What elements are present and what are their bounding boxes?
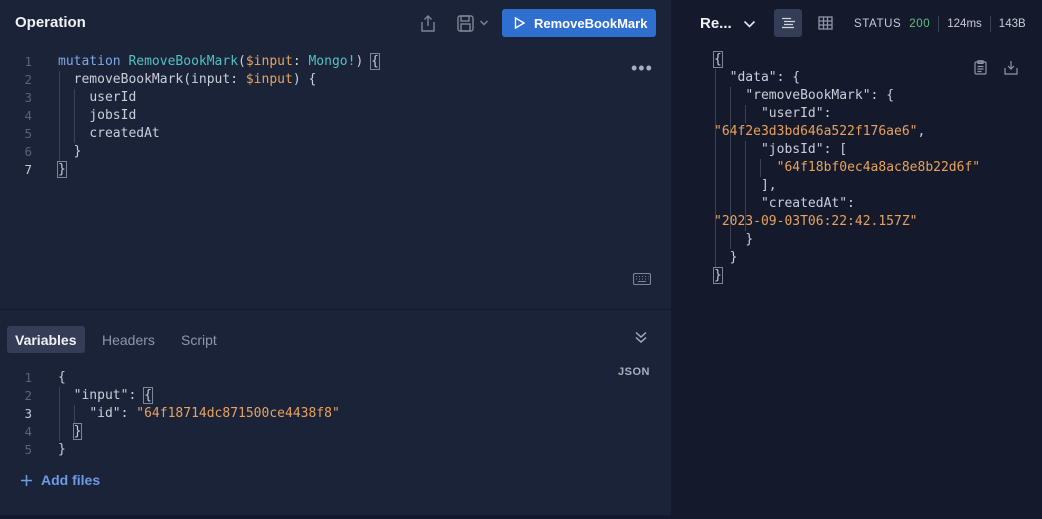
line-number: 7 — [24, 162, 32, 177]
add-files-button[interactable]: Add files — [20, 472, 100, 488]
code-token: RemoveBookMark — [128, 54, 239, 69]
format-label[interactable]: JSON — [618, 366, 650, 378]
line-number: 6 — [24, 144, 32, 159]
json-view-button[interactable] — [774, 9, 802, 37]
code-token: } — [729, 250, 738, 265]
operation-pane: Operation RemoveBookMark ••• 1 2 3 4 5 6… — [0, 0, 671, 309]
code-token: "64f18714dc871500ce4438f8" — [136, 406, 340, 421]
code-token: } — [73, 144, 82, 159]
code-token: ( — [238, 54, 246, 69]
code-token: createdAt — [89, 126, 160, 141]
code-token: jobsId — [89, 108, 137, 123]
code-token: "64f18bf0ec4a8ac8e8b22d6f" — [776, 160, 981, 175]
divider — [938, 16, 940, 32]
code-token: "2023-09-03T06:22:42.157Z" — [714, 214, 918, 229]
line-number: 2 — [24, 388, 32, 403]
response-size: 143B — [998, 18, 1026, 30]
line-number: 4 — [24, 424, 32, 439]
code-token: "id" — [89, 406, 121, 421]
collapse-panel-button[interactable] — [634, 330, 648, 349]
run-button-label: RemoveBookMark — [534, 15, 648, 31]
variables-pane: Variables Headers Script JSON 1 2 3 4 5 … — [0, 310, 671, 515]
line-number: 1 — [24, 370, 32, 385]
line-number: 4 — [24, 108, 32, 123]
code-token: ) — [355, 54, 364, 69]
status-code: 200 — [909, 18, 931, 30]
code-token: } — [72, 423, 83, 440]
more-options-icon[interactable]: ••• — [631, 58, 653, 79]
share-icon — [421, 14, 435, 32]
download-response-button[interactable] — [1003, 59, 1019, 76]
share-button[interactable] — [419, 13, 437, 33]
double-chevron-down-icon — [635, 331, 647, 343]
code-token: userId — [89, 90, 137, 105]
code-token: } — [58, 442, 66, 457]
save-icon — [457, 14, 474, 32]
code-token: removeBookMark(input: — [73, 72, 246, 87]
variables-editor[interactable]: { "input": { "id": "64f18714dc871500ce44… — [58, 369, 340, 459]
code-token: } — [57, 161, 67, 178]
code-token: "64f2e3d3bd646a522f176ae6" — [714, 124, 918, 139]
response-time: 124ms — [947, 18, 982, 30]
line-number: 5 — [24, 442, 32, 457]
download-icon — [1004, 61, 1018, 75]
code-token: { — [370, 53, 380, 70]
line-number: 3 — [24, 406, 32, 421]
code-token: ) { — [292, 72, 317, 87]
text-align-icon — [781, 17, 795, 28]
line-number: 1 — [24, 54, 32, 69]
chevron-down-icon — [480, 20, 488, 26]
code-token: : — [120, 406, 137, 421]
code-token: "data": { — [729, 70, 801, 85]
code-token: $input — [245, 72, 293, 87]
divider — [989, 16, 991, 32]
code-token: "jobsId": [ — [760, 142, 848, 157]
code-token: $input — [245, 54, 293, 69]
keyboard-icon — [632, 272, 652, 286]
code-token: : — [128, 388, 145, 403]
response-viewer[interactable]: { "data": { "removeBookMark": { "userId"… — [713, 51, 981, 285]
operation-editor[interactable]: mutation RemoveBookMark($input: Mongo!) … — [57, 53, 380, 179]
code-token: "removeBookMark": { — [745, 88, 895, 103]
code-token: { — [713, 51, 723, 68]
keyboard-shortcuts-button[interactable] — [632, 272, 652, 290]
line-number: 5 — [24, 126, 32, 141]
code-token: , — [917, 124, 926, 139]
run-operation-button[interactable]: RemoveBookMark — [502, 9, 656, 37]
code-token: : — [292, 54, 309, 69]
tab-variables[interactable]: Variables — [7, 326, 85, 353]
code-token: "input" — [73, 388, 129, 403]
variables-line-numbers: 1 2 3 4 5 — [12, 369, 32, 459]
tab-script[interactable]: Script — [173, 326, 225, 353]
operation-line-numbers: 1 2 3 4 5 6 7 — [12, 53, 32, 179]
code-token: { — [58, 370, 66, 385]
line-number: 3 — [24, 90, 32, 105]
plus-icon — [21, 474, 32, 486]
add-files-label: Add files — [41, 472, 101, 488]
code-token: ], — [760, 178, 777, 193]
play-icon — [514, 17, 525, 29]
response-title[interactable]: Re... — [700, 15, 732, 32]
tab-headers[interactable]: Headers — [94, 326, 163, 353]
code-token: } — [745, 232, 754, 247]
status-label: STATUS — [854, 18, 902, 30]
chevron-down-icon — [743, 20, 756, 28]
operation-title: Operation — [15, 14, 86, 31]
code-token: mutation — [58, 54, 121, 69]
code-token: Mongo! — [308, 54, 356, 69]
code-token: "createdAt": — [760, 196, 855, 211]
response-status: STATUS 200 124ms 143B — [854, 16, 1026, 32]
code-token: "userId": — [760, 106, 832, 121]
line-number: 2 — [24, 72, 32, 87]
response-view-dropdown[interactable] — [743, 16, 756, 34]
code-token: { — [143, 387, 153, 404]
save-button[interactable] — [455, 13, 491, 33]
table-icon — [817, 16, 833, 30]
code-token: } — [713, 267, 723, 284]
table-view-button[interactable] — [811, 9, 839, 37]
